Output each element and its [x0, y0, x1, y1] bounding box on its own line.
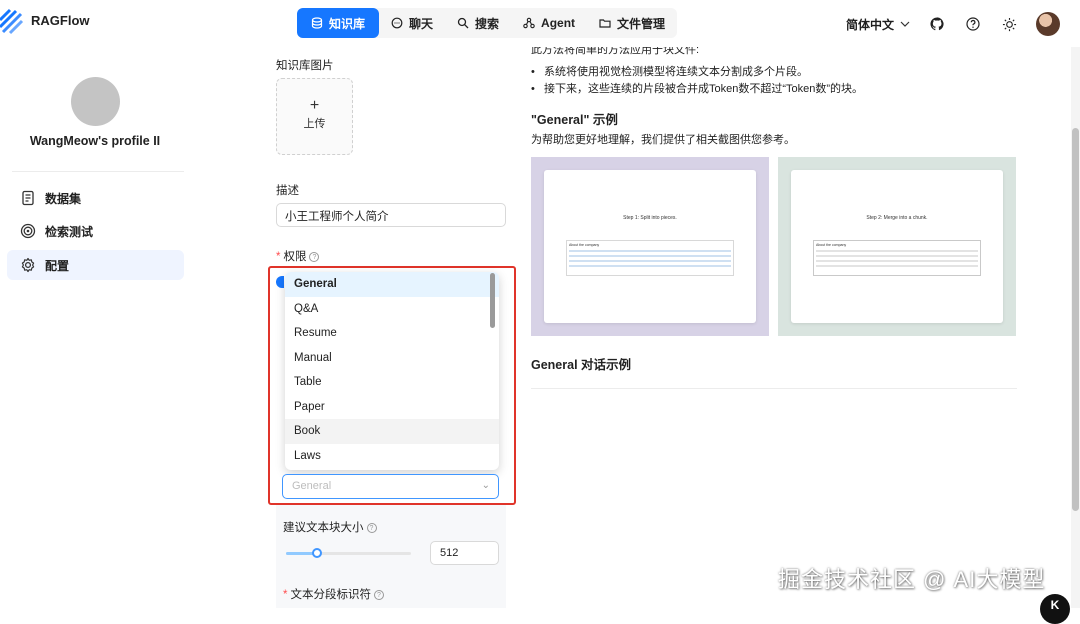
corner-badge: K — [1040, 594, 1070, 624]
nav-label: Agent — [541, 16, 576, 30]
document-preview: About the company — [813, 240, 981, 276]
parser-dropdown-menu: General Q&A Resume Manual Table Paper Bo… — [285, 272, 499, 470]
upload-label: 上传 — [303, 118, 326, 130]
nav-chat[interactable]: 聊天 — [379, 8, 445, 38]
step-caption: Step 2: Merge into a chunk. — [866, 215, 928, 221]
nav-agent[interactable]: Agent — [511, 8, 587, 38]
document-preview: About the company — [566, 240, 734, 276]
delimiter-label-row: * 文本分段标识符? — [283, 586, 384, 602]
sidebar: WangMeow's profile II 数据集 检索测试 配置 — [0, 47, 190, 608]
plus-icon: + — [309, 97, 320, 114]
sidebar-item-label: 检索测试 — [45, 224, 94, 239]
image-label: 知识库图片 — [276, 60, 334, 72]
folder-icon — [599, 19, 611, 28]
help-circle-icon[interactable]: ? — [366, 522, 377, 533]
chunk-size-slider-handle[interactable] — [312, 548, 322, 558]
permission-label-row: * 权限? — [276, 248, 320, 264]
gear-icon — [21, 257, 35, 273]
parser-option[interactable]: Book — [285, 419, 499, 444]
chunk-size-label: 建议文本块大小 — [283, 522, 364, 534]
dropdown-scrollbar[interactable] — [490, 273, 495, 328]
chunk-size-label-row: 建议文本块大小? — [283, 519, 377, 535]
chevron-down-icon: ⌄ — [481, 480, 490, 491]
watermark: 掘金技术社区 @ AI大模型 — [778, 567, 1046, 592]
example-card-step2[interactable]: Step 2: Merge into a chunk. About the co… — [778, 157, 1016, 336]
bullet-line: • 接下来，这些连续的片段被合并成Token数不超过“Token数”的块。 — [531, 83, 864, 95]
sidebar-item-label: 配置 — [45, 258, 70, 273]
example-image: Step 2: Merge into a chunk. About the co… — [791, 170, 1003, 323]
example-image: Step 1: Split into pieces. About the com… — [544, 170, 756, 323]
agent-icon — [523, 17, 535, 29]
database-icon — [311, 17, 323, 29]
delimiter-label: 文本分段标识符 — [290, 589, 371, 601]
parser-option[interactable]: Laws — [285, 444, 499, 469]
nav-file-management[interactable]: 文件管理 — [587, 8, 677, 38]
sidebar-item-label: 数据集 — [45, 191, 82, 206]
ragflow-logo-icon[interactable] — [0, 8, 24, 36]
example-description: 为帮助您更好地理解，我们提供了相关截图供您参考。 — [531, 134, 795, 146]
bullet-text: 接下来，这些连续的片段被合并成Token数不超过“Token数”的块。 — [544, 83, 864, 95]
upload-button[interactable]: + 上传 — [276, 78, 353, 155]
file-icon — [22, 190, 34, 206]
nav-label: 文件管理 — [617, 16, 666, 31]
example-title: "General" 示例 — [531, 113, 618, 127]
description-input[interactable]: 小王工程师个人简介 — [276, 203, 506, 227]
step-caption: Step 1: Split into pieces. — [623, 215, 677, 221]
profile-name: WangMeow's profile II — [29, 134, 161, 148]
top-bar: RAGFlow 知识库 聊天 搜索 Agent 文件管理 简体中文 — [0, 0, 1080, 47]
user-avatar[interactable] — [1036, 12, 1060, 36]
app-name: RAGFlow — [31, 13, 90, 28]
permission-label: 权限 — [283, 251, 307, 263]
doc-title: About the company — [816, 243, 847, 247]
target-icon — [20, 223, 36, 239]
description-label: 描述 — [276, 185, 299, 197]
help-icon[interactable] — [964, 15, 982, 33]
nav-label: 聊天 — [409, 16, 434, 31]
nav-knowledge-base[interactable]: 知识库 — [297, 8, 380, 38]
parser-select[interactable]: General ⌄ — [282, 474, 499, 499]
divider — [12, 171, 184, 172]
parser-option[interactable]: Q&A — [285, 297, 499, 322]
chat-icon — [391, 17, 403, 29]
knowledge-base-avatar — [71, 77, 120, 126]
help-circle-icon[interactable]: ? — [373, 589, 384, 600]
language-label: 简体中文 — [845, 17, 894, 32]
bullet-text: 系统将使用视觉检测模型将连续文本分割成多个片段。 — [544, 66, 809, 78]
page-scrollbar-thumb[interactable] — [1072, 128, 1079, 511]
parser-option[interactable]: Resume — [285, 321, 499, 346]
chunk-size-input[interactable]: 512 — [430, 541, 499, 565]
theme-sun-icon[interactable] — [1000, 15, 1018, 33]
parser-option[interactable]: Paper — [285, 395, 499, 420]
header-actions: 简体中文 — [846, 12, 1060, 36]
sidebar-item-dataset[interactable]: 数据集 — [7, 183, 184, 213]
divider — [531, 388, 1017, 389]
cut-off-text: 此方法将简单的方法应用于块文件: — [531, 47, 700, 55]
sidebar-item-configuration[interactable]: 配置 — [7, 250, 184, 280]
parser-select-placeholder: General — [292, 480, 332, 492]
nav-label: 搜索 — [475, 16, 500, 31]
sidebar-item-retrieval-test[interactable]: 检索测试 — [7, 216, 184, 246]
language-selector[interactable]: 简体中文 — [846, 16, 910, 33]
nav-label: 知识库 — [329, 16, 366, 31]
dialog-example-title: General 对话示例 — [531, 358, 632, 372]
doc-title: About the company — [569, 243, 600, 247]
parser-option[interactable]: Manual — [285, 346, 499, 371]
bullet-line: • 系统将使用视觉检测模型将连续文本分割成多个片段。 — [531, 66, 809, 78]
nav-search[interactable]: 搜索 — [445, 8, 511, 38]
search-icon — [457, 17, 469, 29]
parser-option[interactable]: General — [285, 272, 499, 297]
github-icon[interactable] — [928, 15, 946, 33]
main-nav: 知识库 聊天 搜索 Agent 文件管理 — [297, 8, 678, 38]
help-circle-icon[interactable]: ? — [309, 251, 320, 262]
parser-option[interactable]: Table — [285, 370, 499, 395]
example-card-step1[interactable]: Step 1: Split into pieces. About the com… — [531, 157, 769, 336]
chevron-down-icon — [900, 21, 910, 27]
